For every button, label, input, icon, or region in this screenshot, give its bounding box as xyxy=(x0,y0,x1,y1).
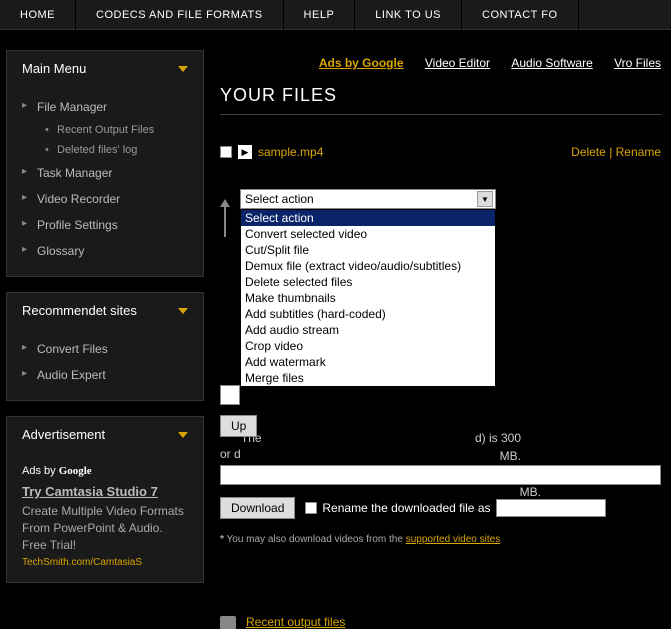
action-dropdown: Select action Convert selected video Cut… xyxy=(240,209,496,387)
option-convert-video[interactable]: Convert selected video xyxy=(241,226,495,242)
advertisement-title: Advertisement xyxy=(22,427,105,442)
ad-link-camtasia[interactable]: Try Camtasia Studio 7 xyxy=(7,482,203,501)
rename-link[interactable]: Rename xyxy=(616,145,661,159)
chevron-down-icon xyxy=(178,308,188,314)
sidebar-subitem-recent-output[interactable]: Recent Output Files xyxy=(7,120,203,140)
chevron-down-icon: ▼ xyxy=(481,195,489,204)
file-row: ▶ sample.mp4 Delete | Rename xyxy=(220,145,661,159)
main-menu-header[interactable]: Main Menu xyxy=(7,51,203,86)
nav-home[interactable]: HOME xyxy=(0,0,76,30)
ad-description: Create Multiple Video Formats From Power… xyxy=(7,501,203,555)
sidebar-item-file-manager[interactable]: File Manager xyxy=(7,94,203,120)
option-select-action[interactable]: Select action xyxy=(241,210,495,226)
rename-input[interactable] xyxy=(496,499,606,517)
sidebar: Main Menu File Manager Recent Output Fil… xyxy=(0,50,210,598)
sidebar-item-task-manager[interactable]: Task Manager xyxy=(7,160,203,186)
top-nav: HOME CODECS AND FILE FORMATS HELP LINK T… xyxy=(0,0,671,30)
nav-link-to-us[interactable]: LINK TO US xyxy=(355,0,462,30)
action-select-area: Select action ▼ Select action Convert se… xyxy=(240,189,661,209)
or-text: or d xyxy=(220,447,661,461)
sidebar-item-convert-files[interactable]: Convert Files xyxy=(7,336,203,362)
option-delete[interactable]: Delete selected files xyxy=(241,274,495,290)
sidebar-item-video-recorder[interactable]: Video Recorder xyxy=(7,186,203,212)
sponsored-audio-software[interactable]: Audio Software xyxy=(511,56,592,70)
footnote: * You may also download videos from the … xyxy=(220,534,661,545)
url-input[interactable] xyxy=(220,465,661,485)
file-input[interactable] xyxy=(220,385,240,405)
recommended-title: Recommendet sites xyxy=(22,303,137,318)
action-select[interactable]: Select action ▼ xyxy=(240,189,496,209)
delete-link[interactable]: Delete xyxy=(571,145,606,159)
sponsored-vro-files[interactable]: Vro Files xyxy=(614,56,661,70)
option-crop[interactable]: Crop video xyxy=(241,338,495,354)
rename-checkbox[interactable] xyxy=(305,502,317,514)
folder-icon xyxy=(220,616,236,629)
advertisement-block: Advertisement Ads by Google Try Camtasia… xyxy=(6,416,204,583)
option-subtitles[interactable]: Add subtitles (hard-coded) xyxy=(241,306,495,322)
sidebar-subitem-deleted-log[interactable]: Deleted files' log xyxy=(7,140,203,160)
rename-label: Rename the downloaded file as xyxy=(322,501,490,515)
nav-contact[interactable]: CONTACT FO xyxy=(462,0,578,30)
main-menu-title: Main Menu xyxy=(22,61,86,76)
select-value: Select action xyxy=(245,192,314,206)
sidebar-item-audio-expert[interactable]: Audio Expert xyxy=(7,362,203,388)
upload-button[interactable]: Up xyxy=(220,415,257,437)
option-merge[interactable]: Merge files xyxy=(241,370,495,386)
nav-help[interactable]: HELP xyxy=(284,0,356,30)
play-icon[interactable]: ▶ xyxy=(238,145,252,159)
ads-by-google-label: Ads by Google xyxy=(7,460,203,482)
option-audio-stream[interactable]: Add audio stream xyxy=(241,322,495,338)
file-name-link[interactable]: sample.mp4 xyxy=(258,145,323,159)
recommended-block: Recommendet sites Convert Files Audio Ex… xyxy=(6,292,204,401)
up-arrow-icon xyxy=(220,199,230,207)
cursor-icon: ↖ xyxy=(640,207,653,227)
sidebar-item-profile-settings[interactable]: Profile Settings xyxy=(7,212,203,238)
ads-by-google-link[interactable]: Ads by Google xyxy=(319,56,404,70)
recommended-header[interactable]: Recommendet sites xyxy=(7,293,203,328)
download-button[interactable]: Download xyxy=(220,497,295,519)
main-menu-block: Main Menu File Manager Recent Output Fil… xyxy=(6,50,204,277)
advertisement-header[interactable]: Advertisement xyxy=(7,417,203,452)
option-cut-split[interactable]: Cut/Split file xyxy=(241,242,495,258)
chevron-down-icon xyxy=(178,66,188,72)
supported-sites-link[interactable]: supported video sites xyxy=(406,534,501,545)
sponsored-links: Ads by Google Video Editor Audio Softwar… xyxy=(220,50,661,85)
main-content: Ads by Google Video Editor Audio Softwar… xyxy=(210,50,671,598)
sponsored-video-editor[interactable]: Video Editor xyxy=(425,56,490,70)
sidebar-item-glossary[interactable]: Glossary xyxy=(7,238,203,264)
file-checkbox[interactable] xyxy=(220,146,232,158)
option-watermark[interactable]: Add watermark xyxy=(241,354,495,370)
nav-codecs[interactable]: CODECS AND FILE FORMATS xyxy=(76,0,284,30)
recent-output-link[interactable]: Recent output files xyxy=(246,615,345,629)
option-thumbnails[interactable]: Make thumbnails xyxy=(241,290,495,306)
chevron-down-icon xyxy=(178,432,188,438)
option-demux[interactable]: Demux file (extract video/audio/subtitle… xyxy=(241,258,495,274)
ad-url[interactable]: TechSmith.com/CamtasiaS xyxy=(7,555,203,570)
dropdown-button[interactable]: ▼ xyxy=(477,191,493,207)
page-title: YOUR FILES xyxy=(220,85,661,115)
